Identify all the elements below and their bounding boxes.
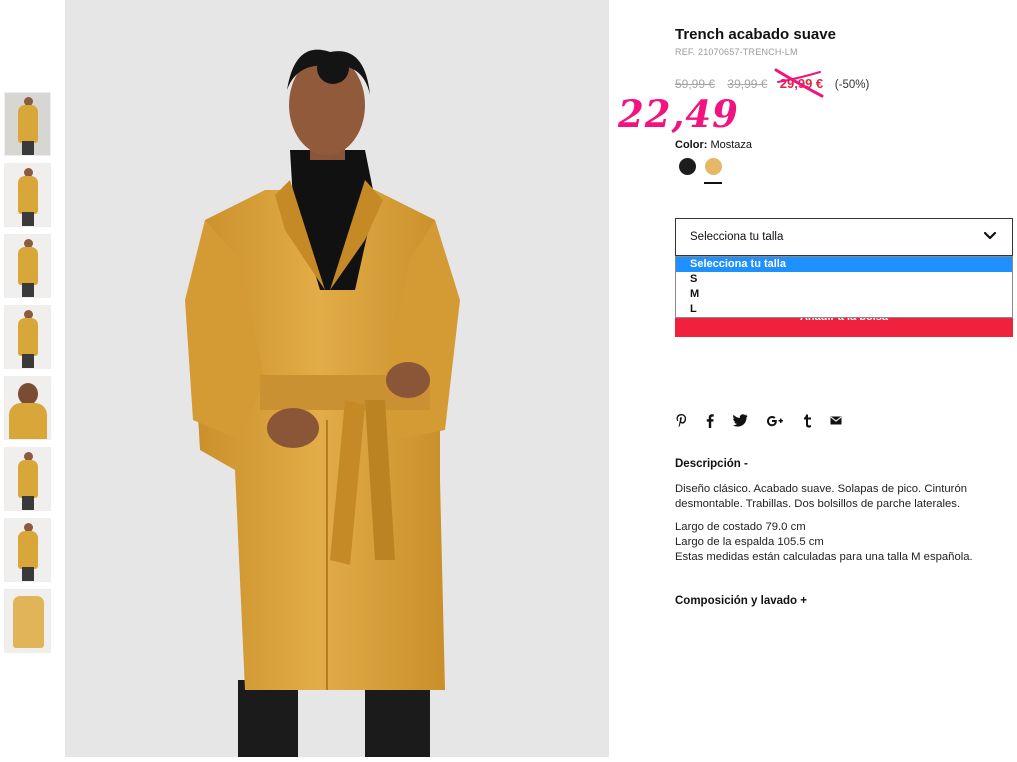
product-reference: REF. 21070657-TRENCH-LM [675,47,798,57]
chevron-down-icon [983,231,997,240]
thumbnail-4[interactable] [4,305,51,369]
price-original: 59,99 € [675,77,716,91]
price-previous: 39,99 € [727,77,768,91]
thumbnail-7[interactable] [4,518,51,582]
tumblr-icon[interactable] [803,414,812,428]
color-label: Color: [675,139,708,151]
size-option-l[interactable]: L [676,302,1012,317]
thumbnail-3[interactable] [4,234,51,298]
twitter-icon[interactable] [732,414,748,427]
color-swatch-black[interactable] [679,158,696,175]
share-bar [675,412,856,428]
price-row: 59,99 € 39,99 € 29,99 € (-50%) [675,68,870,98]
mail-icon[interactable] [830,416,842,425]
google-plus-icon[interactable] [766,415,784,427]
thumbnail-strip [4,92,51,660]
selected-swatch-indicator [704,182,722,184]
thumbnail-1[interactable] [4,92,51,156]
color-row: Color: Mostaza [675,139,752,151]
product-title: Trench acabado suave [675,26,836,43]
facebook-icon[interactable] [706,414,715,428]
size-select[interactable]: Selecciona tu talla [675,218,1013,256]
model-illustration [185,49,460,757]
thumbnail-8[interactable] [4,589,51,653]
price-current: 29,99 € [774,68,827,98]
composition-toggle[interactable]: Composición y lavado + [675,595,807,607]
measurement-side-length: Largo de costado 79.0 cm [675,521,806,533]
size-option-placeholder[interactable]: Selecciona tu talla [676,257,1012,272]
price-current-text: 29,99 € [779,76,824,91]
handwritten-price-annotation: 22,49 [618,92,739,136]
size-dropdown-list: Selecciona tu talla S M L [675,256,1013,318]
size-option-m[interactable]: M [676,287,1012,302]
description-text: Diseño clásico. Acabado suave. Solapas d… [675,483,968,510]
measurement-note: Estas medidas están calculadas para una … [675,551,973,563]
color-value: Mostaza [710,139,753,151]
pinterest-icon[interactable] [675,413,688,428]
main-product-image[interactable] [65,0,609,757]
thumbnail-5[interactable] [4,376,51,440]
thumbnail-6[interactable] [4,447,51,511]
thumbnail-2[interactable] [4,163,51,227]
color-swatch-mustard[interactable] [705,158,722,175]
measurements: Largo de costado 79.0 cm Largo de la esp… [675,520,1013,565]
description-toggle[interactable]: Descripción - [675,458,748,470]
discount-label: (-50%) [834,79,870,91]
size-select-label: Selecciona tu talla [690,231,784,243]
size-option-s[interactable]: S [676,272,1012,287]
measurement-back-length: Largo de la espalda 105.5 cm [675,536,824,548]
